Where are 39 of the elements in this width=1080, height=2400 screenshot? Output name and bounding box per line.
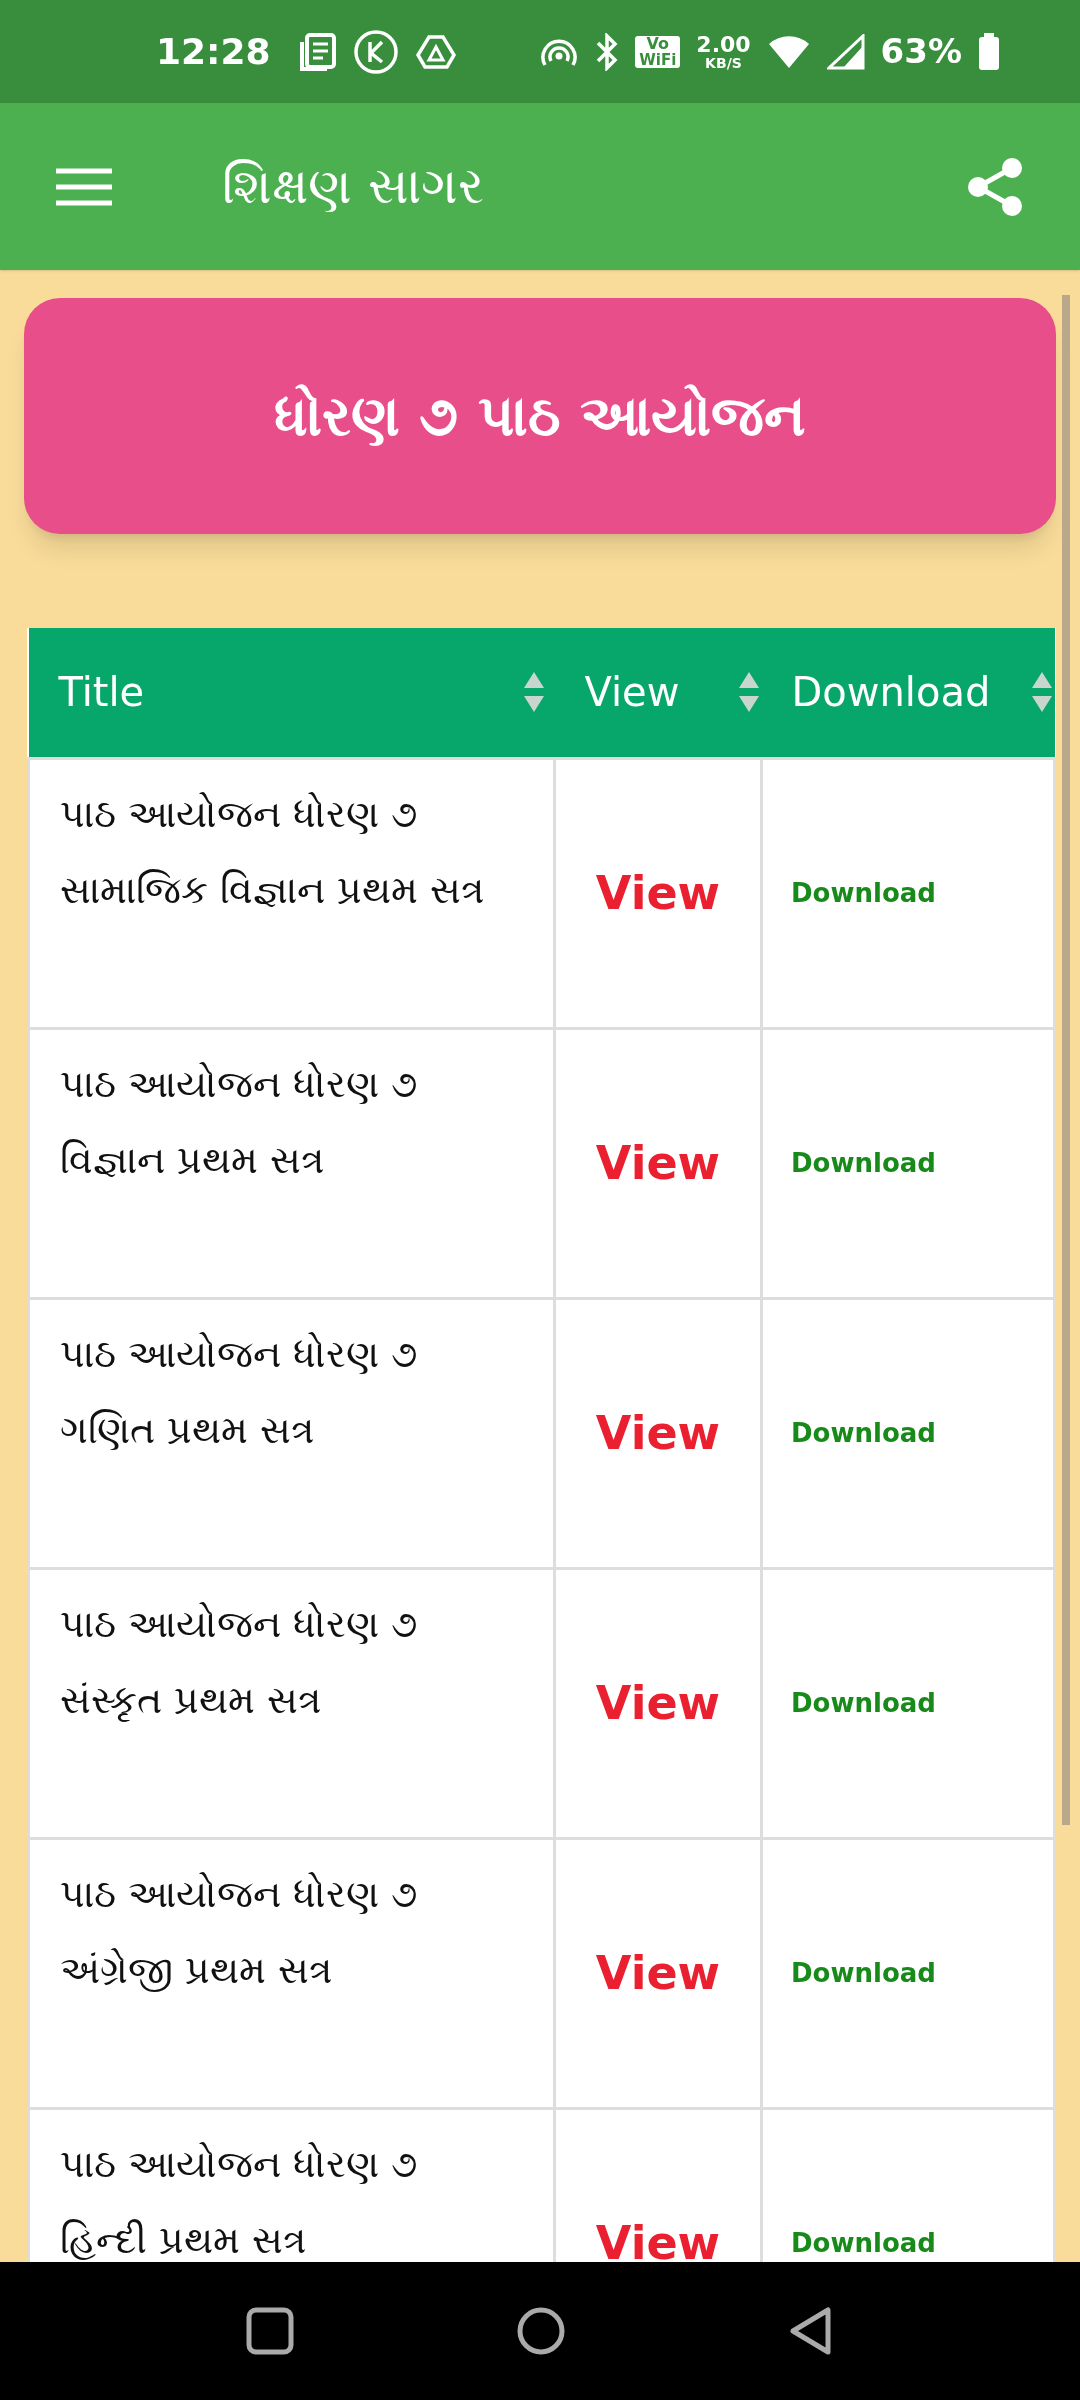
table-cell: પાઠ આયોજન ધોરણ ૭ સામાજિક વિજ્ઞાન પ્રથમ સત્ર [28,758,555,1028]
home-icon[interactable] [516,2306,566,2356]
view-link[interactable]: View [595,2215,721,2262]
table-cell: પાઠ આયોજન ધોરણ ૭ વિજ્ઞાન પ્રથમ સત્ર [28,1028,555,1298]
back-icon[interactable] [788,2306,834,2356]
download-link[interactable]: Download [791,1687,936,1718]
download-link[interactable]: Download [791,2227,936,2258]
column-header[interactable]: Title [28,628,555,758]
vowifi-badge: Vo WiFi [635,35,681,68]
view-link[interactable]: View [595,1135,721,1190]
battery-icon [978,32,1000,71]
clock-time: 12:28 [156,29,271,74]
bluetooth-icon [595,32,620,71]
view-link[interactable]: View [595,1675,721,1730]
download-link[interactable]: Download [791,1147,936,1178]
column-header[interactable]: Download [761,628,1055,758]
download-link[interactable]: Download [791,1957,936,1988]
news-icon [298,31,337,72]
recents-icon[interactable] [246,2307,294,2355]
table-cell: પાઠ આયોજન ધોરણ ૭ ગણિત પ્રથમ સત્ર [28,1298,555,1568]
view-link[interactable]: View [595,1945,721,2000]
network-unit: KB/S [705,55,742,70]
column-header[interactable]: View [554,628,762,758]
triangle-drive-icon [414,32,457,71]
share-icon[interactable] [966,156,1024,217]
view-link[interactable]: View [595,1405,721,1460]
view-link[interactable]: View [595,865,721,920]
k-circle-icon [352,28,399,75]
table-cell: પાઠ આયોજન ધોરણ ૭ સંસ્કૃત પ્રથમ સત્ર [28,1568,555,1838]
download-link[interactable]: Download [791,877,936,908]
battery-percent: 63% [880,30,962,73]
menu-icon[interactable] [56,166,112,207]
table-cell: પાઠ આયોજન ધોરણ ૭ અંગ્રેજી પ્રથમ સત્ર [28,1838,555,2108]
banner-title: ધોરણ ૭ પાઠ આયોજન [273,382,807,450]
download-link[interactable]: Download [791,1417,936,1448]
app-title: શિક્ષણ સાગર [222,156,484,217]
network-speed: 2.00 [696,33,751,56]
signal-icon [826,33,865,70]
wifi-icon [766,33,811,70]
